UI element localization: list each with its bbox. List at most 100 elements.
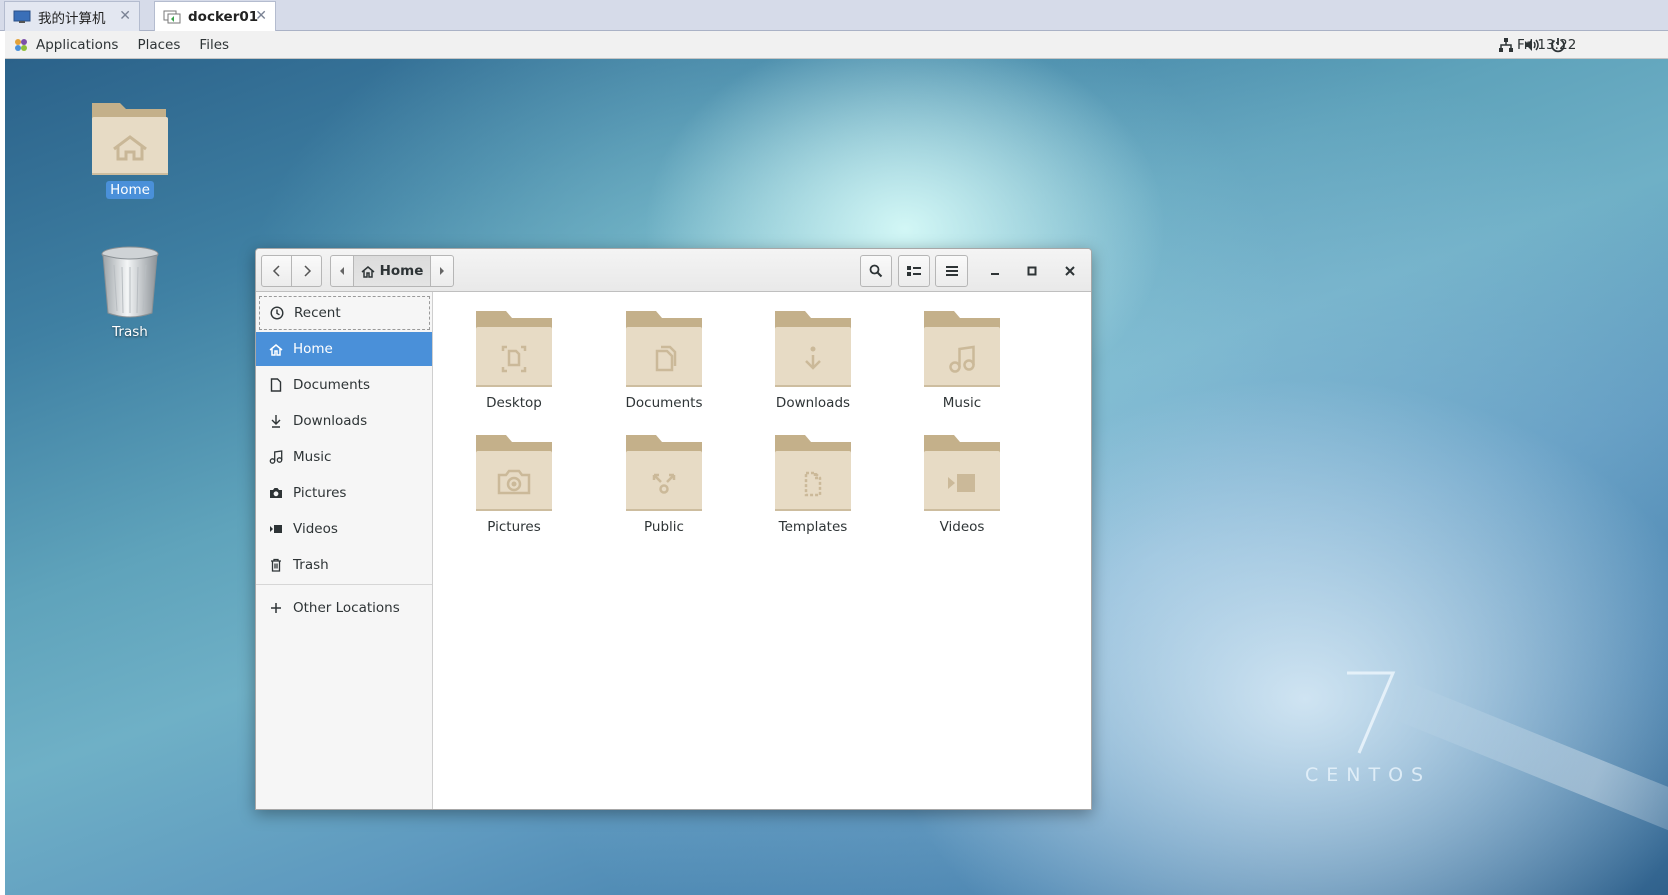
trash-can-icon bbox=[101, 246, 159, 318]
vm-tab-label: docker01 bbox=[188, 9, 259, 25]
sidebar-item-music[interactable]: Music bbox=[256, 440, 432, 474]
volume-icon[interactable] bbox=[1523, 36, 1541, 54]
home-folder-icon bbox=[92, 103, 168, 175]
home-icon bbox=[268, 341, 284, 357]
vm-tab-strip: 我的计算机 ✕ docker01 ✕ bbox=[0, 0, 1668, 32]
document-icon bbox=[268, 377, 284, 393]
downloads-folder-icon bbox=[775, 311, 851, 387]
vm-icon bbox=[163, 10, 181, 24]
folder-pictures[interactable]: Pictures bbox=[454, 431, 574, 535]
folder-downloads[interactable]: Downloads bbox=[753, 307, 873, 411]
folder-desktop[interactable]: Desktop bbox=[454, 307, 574, 411]
menu-button[interactable] bbox=[935, 255, 968, 287]
wallpaper-streak bbox=[1392, 681, 1668, 877]
music-icon bbox=[268, 449, 284, 465]
chevron-left-icon bbox=[272, 265, 280, 277]
sidebar-item-other-locations[interactable]: Other Locations bbox=[256, 591, 432, 625]
vm-tab-docker01[interactable]: docker01 ✕ bbox=[154, 1, 276, 32]
desktop-icon-trash[interactable]: Trash bbox=[87, 245, 173, 341]
search-icon bbox=[869, 264, 883, 278]
home-icon bbox=[361, 265, 375, 278]
videos-folder-icon bbox=[924, 435, 1000, 511]
files-menu[interactable]: Files bbox=[199, 37, 229, 53]
top-bar: Applications Places Files Fri 13:22 bbox=[5, 31, 1668, 59]
sidebar-item-label: Music bbox=[293, 449, 332, 465]
sidebar-item-label: Other Locations bbox=[293, 600, 400, 616]
close-icon[interactable]: ✕ bbox=[119, 8, 131, 24]
folder-templates[interactable]: Templates bbox=[753, 431, 873, 535]
close-icon[interactable]: ✕ bbox=[255, 8, 267, 24]
version-seven-glyph bbox=[1347, 671, 1396, 754]
maximize-button[interactable] bbox=[1017, 255, 1047, 287]
path-label: Home bbox=[379, 263, 424, 279]
music-folder-icon bbox=[924, 311, 1000, 387]
applications-menu[interactable]: Applications bbox=[14, 37, 118, 53]
sidebar-item-label: Home bbox=[293, 341, 333, 357]
sidebar-item-pictures[interactable]: Pictures bbox=[256, 476, 432, 510]
close-icon bbox=[1065, 266, 1075, 276]
vm-tab-my-computer[interactable]: 我的计算机 ✕ bbox=[4, 1, 140, 31]
path-scroll-left-button[interactable] bbox=[330, 255, 354, 287]
folder-name: Music bbox=[942, 395, 982, 411]
clock-icon bbox=[269, 305, 285, 321]
path-scroll-right-button[interactable] bbox=[430, 255, 454, 287]
desktop-icon-label: Home bbox=[106, 181, 154, 199]
view-mode-button[interactable] bbox=[898, 255, 930, 287]
download-icon bbox=[268, 413, 284, 429]
sidebar-item-label: Downloads bbox=[293, 413, 368, 429]
sidebar-item-videos[interactable]: Videos bbox=[256, 512, 432, 546]
back-button[interactable] bbox=[261, 255, 292, 287]
folder-music[interactable]: Music bbox=[902, 307, 1022, 411]
folder-name: Pictures bbox=[487, 519, 541, 535]
video-icon bbox=[268, 521, 284, 537]
public-folder-icon bbox=[626, 435, 702, 511]
sidebar-item-label: Pictures bbox=[293, 485, 347, 501]
sidebar-item-recent[interactable]: Recent bbox=[259, 296, 430, 330]
folder-documents[interactable]: Documents bbox=[604, 307, 724, 411]
path-button-home[interactable]: Home bbox=[353, 255, 431, 287]
sidebar-item-label: Documents bbox=[293, 377, 370, 393]
folder-name: Public bbox=[644, 519, 684, 535]
sidebar-item-home[interactable]: Home bbox=[256, 332, 432, 366]
folder-name: Documents bbox=[625, 395, 703, 411]
desktop-icon-label: Trash bbox=[112, 324, 148, 340]
plus-icon bbox=[268, 600, 284, 616]
folder-videos[interactable]: Videos bbox=[902, 431, 1022, 535]
applications-icon bbox=[14, 38, 28, 52]
sidebar-item-documents[interactable]: Documents bbox=[256, 368, 432, 402]
arrow-left-icon bbox=[340, 267, 344, 275]
monitor-icon bbox=[13, 10, 31, 24]
close-button[interactable] bbox=[1055, 255, 1085, 287]
applications-label: Applications bbox=[36, 36, 119, 53]
header-bar: Home bbox=[256, 249, 1091, 292]
documents-folder-icon bbox=[626, 311, 702, 387]
minimize-button[interactable] bbox=[980, 255, 1010, 287]
minimize-icon bbox=[991, 273, 999, 275]
trash-icon bbox=[268, 557, 284, 573]
folder-name: Templates bbox=[778, 519, 848, 535]
forward-button[interactable] bbox=[291, 255, 322, 287]
folder-name: Desktop bbox=[486, 395, 542, 411]
sidebar-item-label: Trash bbox=[293, 557, 329, 573]
camera-icon bbox=[268, 485, 284, 501]
search-button[interactable] bbox=[860, 255, 892, 287]
sidebar-separator bbox=[256, 584, 432, 585]
sidebar-item-trash[interactable]: Trash bbox=[256, 548, 432, 582]
sidebar-item-label: Recent bbox=[294, 305, 341, 321]
folder-name: Downloads bbox=[775, 395, 851, 411]
network-icon[interactable] bbox=[1497, 36, 1515, 54]
hamburger-icon bbox=[945, 266, 958, 276]
files-window: Home Recent Home Documents Downloads Mus… bbox=[255, 248, 1092, 810]
folder-view: Desktop Documents Downloads Music Pictur… bbox=[434, 292, 1091, 809]
centos-wordmark: CENTOS bbox=[1305, 764, 1432, 786]
list-view-icon bbox=[907, 266, 921, 276]
sidebar-item-downloads[interactable]: Downloads bbox=[256, 404, 432, 438]
sidebar: Recent Home Documents Downloads Music Pi… bbox=[256, 292, 433, 809]
folder-name: Videos bbox=[939, 519, 985, 535]
power-icon[interactable] bbox=[1549, 36, 1567, 54]
places-menu[interactable]: Places bbox=[137, 37, 180, 53]
arrow-right-icon bbox=[440, 267, 444, 275]
folder-public[interactable]: Public bbox=[604, 431, 724, 535]
desktop-icon-home[interactable]: Home bbox=[87, 97, 173, 199]
desktop-folder-icon bbox=[476, 311, 552, 387]
